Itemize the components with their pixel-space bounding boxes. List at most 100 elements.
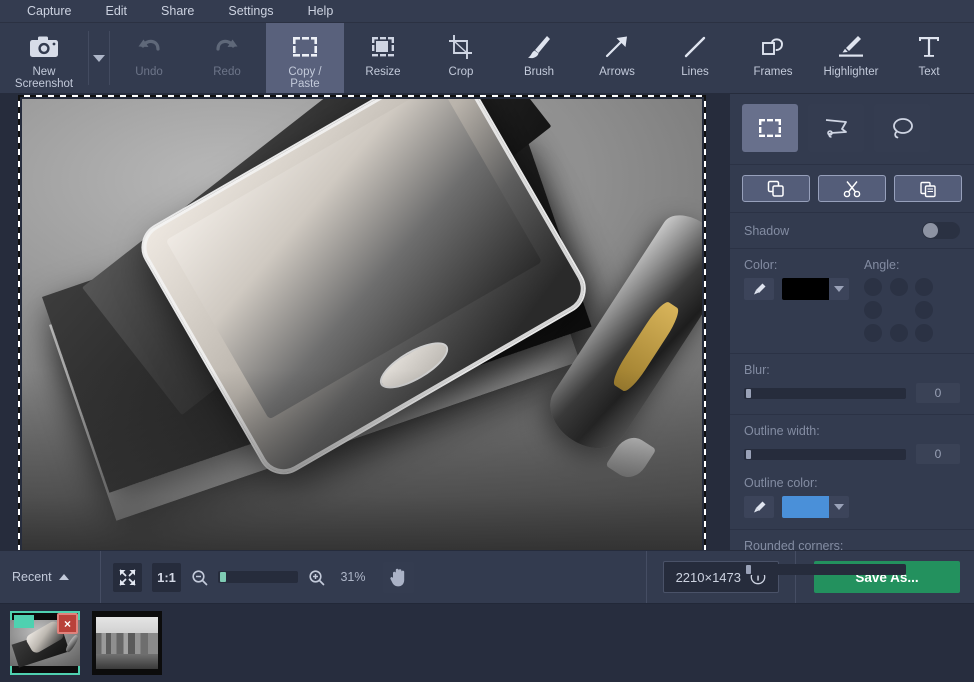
chevron-down-icon	[834, 504, 844, 510]
color-dropdown[interactable]	[829, 278, 849, 300]
marquee-select-icon	[291, 32, 319, 62]
angle-dot-s[interactable]	[889, 324, 908, 342]
canvas-image[interactable]	[22, 99, 702, 550]
arrow-up-right-icon	[603, 32, 631, 62]
menu-item-share[interactable]: Share	[144, 0, 211, 22]
menu-item-capture[interactable]: Capture	[10, 0, 88, 22]
outline-color-swatch-group[interactable]	[782, 496, 849, 518]
outline-width-slider[interactable]	[744, 448, 906, 460]
blur-slider[interactable]	[744, 387, 906, 399]
menu-item-help[interactable]: Help	[291, 0, 351, 22]
polygon-lasso-icon	[825, 119, 847, 138]
thumbnail-phone-notebook[interactable]: ×	[10, 611, 80, 675]
brush-icon	[525, 32, 553, 62]
eyedropper-icon	[753, 501, 765, 512]
fit-to-screen-button[interactable]	[113, 562, 142, 592]
angle-dot-sw[interactable]	[864, 324, 882, 342]
tool-options-panel: Shadow Color: Angle: Blur: 0 Outline wid…	[729, 94, 974, 632]
angle-selector[interactable]	[864, 278, 936, 342]
resize-tool[interactable]: Resize	[344, 23, 422, 93]
thumbnail-close-button[interactable]: ×	[57, 613, 78, 634]
cut-button[interactable]	[818, 175, 886, 202]
color-swatch[interactable]	[782, 278, 829, 300]
zoom-in-button[interactable]	[308, 569, 325, 586]
rounded-corners-slider-handle[interactable]	[746, 564, 751, 574]
angle-dot-w[interactable]	[864, 301, 882, 319]
new-screenshot-label-line1: New	[32, 66, 56, 78]
rectangle-select-button[interactable]	[742, 104, 798, 152]
angle-dot-n[interactable]	[889, 278, 908, 296]
color-label: Color:	[744, 258, 778, 272]
outline-color-dropdown[interactable]	[829, 496, 849, 518]
angle-dot-ne[interactable]	[915, 278, 934, 296]
menu-item-settings[interactable]: Settings	[211, 0, 290, 22]
arrows-tool[interactable]: Arrows	[578, 23, 656, 93]
resize-icon	[369, 32, 397, 62]
lines-tool[interactable]: Lines	[656, 23, 734, 93]
frames-tool[interactable]: Frames	[734, 23, 812, 93]
recent-button[interactable]: Recent	[0, 570, 100, 584]
toggle-knob	[923, 223, 938, 238]
thumbnail-strip: ×	[0, 603, 974, 682]
thumb2-buildings	[96, 632, 158, 656]
hand-tool-button[interactable]	[383, 561, 414, 593]
brush-tool[interactable]: Brush	[500, 23, 578, 93]
menu-bar: Capture Edit Share Settings Help	[0, 0, 974, 23]
highlighter-tool[interactable]: Highlighter	[812, 23, 890, 93]
copy-paste-tool[interactable]: Copy / Paste	[266, 23, 344, 93]
zoom-slider-handle[interactable]	[220, 572, 226, 582]
zoom-slider[interactable]	[218, 571, 298, 583]
color-angle-section: Color: Angle:	[730, 249, 974, 354]
angle-dot-e[interactable]	[915, 301, 934, 319]
angle-label: Angle:	[864, 258, 900, 272]
photo-phone-on-notebook	[22, 99, 702, 550]
redo-button[interactable]: Redo	[188, 23, 266, 93]
outline-width-slider-handle[interactable]	[746, 449, 751, 459]
actual-size-label: 1:1	[157, 569, 176, 585]
copy-button[interactable]	[742, 175, 810, 202]
blur-label: Blur:	[744, 363, 770, 377]
undo-button[interactable]: Undo	[110, 23, 188, 93]
crop-label: Crop	[448, 66, 474, 78]
selection-mode-group	[730, 94, 974, 165]
new-screenshot-dropdown[interactable]	[89, 23, 109, 93]
line-icon	[681, 32, 709, 62]
outline-color-swatch[interactable]	[782, 496, 829, 518]
eyedropper-icon	[753, 283, 765, 294]
copy-icon	[767, 180, 784, 197]
app-window: Capture Edit Share Settings Help New Scr…	[0, 0, 974, 682]
canvas-area[interactable]	[0, 94, 729, 550]
outline-color-eyedropper-button[interactable]	[744, 496, 774, 518]
recent-label: Recent	[12, 570, 52, 584]
blur-slider-handle[interactable]	[746, 388, 751, 398]
actual-size-button[interactable]: 1:1	[152, 562, 181, 592]
color-eyedropper-button[interactable]	[744, 278, 774, 300]
outline-width-value[interactable]: 0	[916, 444, 960, 464]
brush-label: Brush	[523, 66, 555, 78]
angle-dot-nw[interactable]	[864, 278, 882, 296]
crop-tool[interactable]: Crop	[422, 23, 500, 93]
zoom-controls: 1:1 31%	[101, 562, 383, 592]
thumbnail-image-2	[96, 617, 158, 669]
chevron-down-icon	[834, 286, 844, 292]
angle-dot-se[interactable]	[915, 324, 934, 342]
paste-button[interactable]	[894, 175, 962, 202]
blur-value[interactable]: 0	[916, 383, 960, 403]
text-tool[interactable]: Text	[890, 23, 968, 93]
shadow-setting-row: Shadow	[730, 213, 974, 249]
outline-section: Outline width: 0 Outline color:	[730, 415, 974, 530]
rounded-corners-slider[interactable]	[744, 563, 906, 575]
shadow-toggle[interactable]	[922, 222, 960, 239]
free-lasso-button[interactable]	[874, 104, 930, 152]
camera-icon	[28, 32, 60, 62]
redo-label: Redo	[213, 66, 241, 78]
thumbnail-cityscape[interactable]	[92, 611, 162, 675]
bottom-toolbar: Recent 1:1 31% 2210×1473 Save As...	[0, 550, 974, 603]
color-swatch-group[interactable]	[782, 278, 849, 300]
outline-width-label: Outline width:	[744, 424, 820, 438]
polygon-lasso-button[interactable]	[808, 104, 864, 152]
paste-icon	[920, 181, 936, 197]
new-screenshot-button[interactable]: New Screenshot	[0, 23, 88, 93]
menu-item-edit[interactable]: Edit	[88, 0, 144, 22]
zoom-out-button[interactable]	[191, 569, 208, 586]
